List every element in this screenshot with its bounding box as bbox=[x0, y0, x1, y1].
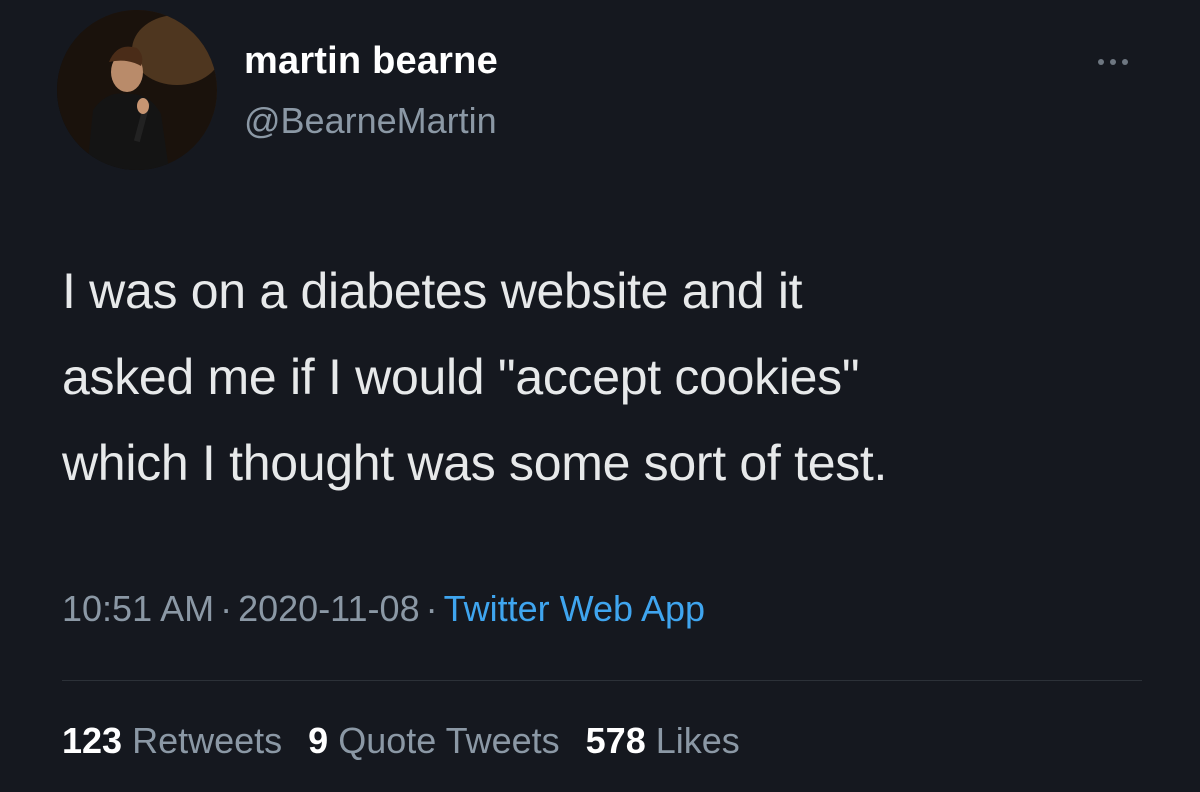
tweet-text-line: asked me if I would "accept cookies" bbox=[62, 349, 860, 405]
more-options-icon[interactable] bbox=[1088, 50, 1138, 74]
tweet-time[interactable]: 10:51 AM bbox=[62, 588, 214, 629]
retweets-label: Retweets bbox=[132, 720, 283, 761]
user-handle[interactable]: @BearneMartin bbox=[244, 100, 497, 142]
retweets-stat[interactable]: 123 Retweets bbox=[62, 720, 282, 762]
quote-tweets-stat[interactable]: 9 Quote Tweets bbox=[308, 720, 560, 762]
tweet-text-line: which I thought was some sort of test. bbox=[62, 435, 888, 491]
display-name[interactable]: martin bearne bbox=[244, 40, 498, 83]
tweet-date[interactable]: 2020-11-08 bbox=[238, 588, 419, 629]
dot bbox=[1110, 59, 1116, 65]
tweet-stats: 123 Retweets 9 Quote Tweets 578 Likes bbox=[62, 720, 740, 762]
quote-tweets-label: Quote Tweets bbox=[338, 720, 560, 761]
dot bbox=[1122, 59, 1128, 65]
quote-tweets-count: 9 bbox=[308, 720, 329, 761]
likes-count: 578 bbox=[585, 720, 646, 761]
tweet-meta: 10:51 AM · 2020-11-08 · Twitter Web App bbox=[62, 588, 705, 630]
tweet-text-line: I was on a diabetes website and it bbox=[62, 263, 803, 319]
retweets-count: 123 bbox=[62, 720, 123, 761]
avatar-image bbox=[57, 10, 217, 170]
likes-stat[interactable]: 578 Likes bbox=[586, 720, 740, 762]
tweet-card: martin bearne @BearneMartin I was on a d… bbox=[0, 0, 1200, 792]
avatar[interactable] bbox=[57, 10, 217, 170]
tweet-text: I was on a diabetes website and it asked… bbox=[62, 248, 1172, 506]
meta-separator: · bbox=[425, 588, 438, 629]
tweet-source-link[interactable]: Twitter Web App bbox=[444, 588, 705, 629]
likes-label: Likes bbox=[655, 720, 740, 761]
dot bbox=[1098, 59, 1104, 65]
divider bbox=[62, 680, 1142, 681]
meta-separator: · bbox=[220, 588, 233, 629]
